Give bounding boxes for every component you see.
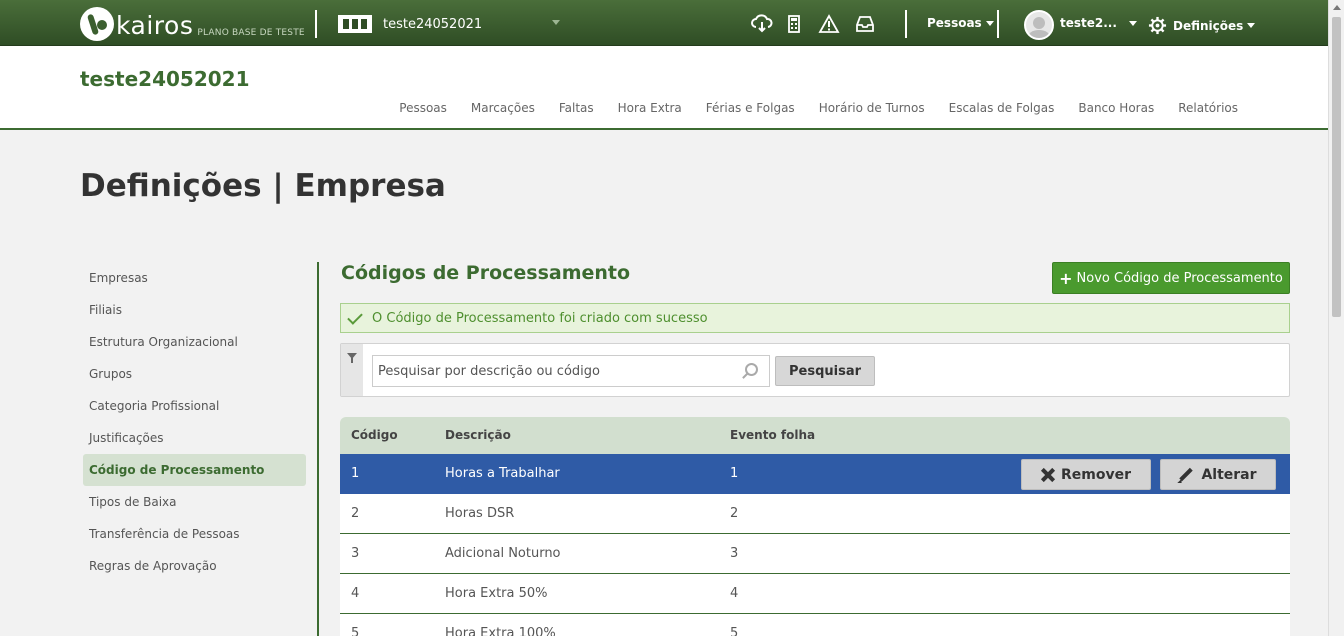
kairos-logo[interactable]: kairos PLANO BASE DE TESTE	[80, 5, 305, 41]
main-nav: Pessoas Marcações Faltas Hora Extra Féri…	[375, 101, 1238, 115]
scrollbar-thumb[interactable]	[1332, 17, 1341, 317]
table-row[interactable]: 5 Hora Extra 100% 5	[340, 614, 1290, 636]
gear-icon	[1148, 16, 1167, 35]
column-header-codigo[interactable]: Código	[351, 417, 398, 454]
cell-description: Adicional Noturno	[445, 546, 561, 561]
nav-faltas[interactable]: Faltas	[559, 101, 594, 115]
filter-icon[interactable]	[341, 344, 363, 396]
pencil-icon	[1179, 468, 1193, 482]
calculator-icon[interactable]	[783, 14, 805, 34]
column-header-descricao[interactable]: Descrição	[445, 417, 511, 454]
cell-event: 4	[730, 586, 739, 601]
chevron-down-icon	[1247, 23, 1256, 28]
sidebar-item-regras-aprovacao[interactable]: Regras de Aprovação	[83, 550, 306, 582]
sidebar-item-codigo-processamento[interactable]: Código de Processamento	[83, 454, 306, 486]
cell-description: Hora Extra 50%	[445, 586, 548, 601]
cell-event: 3	[730, 546, 739, 561]
chevron-down-icon	[985, 20, 994, 26]
sidebar-item-filiais[interactable]: Filiais	[83, 294, 306, 326]
edit-button-label: Alterar	[1201, 466, 1257, 483]
settings-sidebar: Empresas Filiais Estrutura Organizaciona…	[83, 262, 306, 582]
processing-codes-table: Código Descrição Evento folha 1 Horas a …	[340, 417, 1290, 636]
header-band: teste24052021 Pessoas Marcações Faltas H…	[0, 46, 1328, 130]
cell-description: Horas DSR	[445, 506, 515, 521]
page-scrollbar[interactable]	[1328, 0, 1344, 636]
cell-event: 1	[730, 466, 739, 481]
divider	[905, 10, 907, 38]
cell-description: Horas a Trabalhar	[445, 466, 560, 481]
nav-escalas-folgas[interactable]: Escalas de Folgas	[949, 101, 1055, 115]
cell-code: 4	[351, 586, 360, 601]
sidebar-item-categoria-profissional[interactable]: Categoria Profissional	[83, 390, 306, 422]
nav-banco-horas[interactable]: Banco Horas	[1078, 101, 1154, 115]
sidebar-item-estrutura-organizacional[interactable]: Estrutura Organizacional	[83, 326, 306, 358]
success-alert-text: O Código de Processamento foi criado com…	[372, 310, 708, 326]
top-bar: kairos PLANO BASE DE TESTE teste24052021…	[0, 0, 1328, 46]
pessoas-menu-label: Pessoas	[927, 16, 982, 30]
cloud-download-icon[interactable]	[751, 14, 773, 34]
table-row[interactable]: 4 Hora Extra 50% 4	[340, 574, 1290, 614]
scroll-up-arrow-icon[interactable]	[1333, 5, 1341, 10]
page-title: Definições | Empresa	[80, 168, 446, 204]
user-name: teste2...	[1060, 16, 1117, 30]
section-title: Códigos de Processamento	[341, 262, 631, 284]
sidebar-item-justificacoes[interactable]: Justificações	[83, 422, 306, 454]
nav-ferias-folgas[interactable]: Férias e Folgas	[706, 101, 795, 115]
column-header-evento-folha[interactable]: Evento folha	[730, 417, 815, 454]
plus-icon: +	[1059, 268, 1073, 288]
cell-code: 3	[351, 546, 360, 561]
search-icon	[745, 363, 758, 376]
cell-code: 2	[351, 506, 360, 521]
nav-pessoas[interactable]: Pessoas	[399, 101, 447, 115]
cell-description: Hora Extra 100%	[445, 626, 556, 636]
company-selector-value: teste24052021	[383, 16, 483, 32]
cell-code: 1	[351, 466, 360, 481]
close-icon	[1041, 468, 1055, 482]
settings-menu[interactable]: Definições	[1148, 16, 1256, 35]
user-menu[interactable]: teste2...	[1060, 16, 1137, 30]
check-icon	[347, 308, 363, 325]
warning-icon[interactable]	[818, 14, 840, 34]
user-avatar[interactable]	[1024, 10, 1054, 40]
divider	[997, 10, 999, 38]
cell-event: 2	[730, 506, 739, 521]
content-divider	[317, 262, 319, 636]
remove-button[interactable]: Remover	[1021, 459, 1151, 490]
chevron-down-icon	[1128, 20, 1137, 26]
search-input[interactable]	[372, 355, 770, 387]
chevron-down-icon	[552, 20, 560, 25]
company-title: teste24052021	[80, 67, 250, 91]
sidebar-item-grupos[interactable]: Grupos	[83, 358, 306, 390]
sidebar-item-tipos-baixa[interactable]: Tipos de Baixa	[83, 486, 306, 518]
nav-horario-turnos[interactable]: Horário de Turnos	[819, 101, 925, 115]
logo-tagline: PLANO BASE DE TESTE	[197, 28, 305, 38]
nav-marcacoes[interactable]: Marcações	[471, 101, 535, 115]
company-selector[interactable]: teste24052021	[338, 12, 566, 36]
sidebar-item-transferencia-pessoas[interactable]: Transferência de Pessoas	[83, 518, 306, 550]
nav-relatorios[interactable]: Relatórios	[1178, 101, 1238, 115]
settings-menu-label: Definições	[1173, 18, 1244, 33]
kairos-logo-mark	[80, 7, 114, 41]
new-processing-code-label: Novo Código de Processamento	[1076, 270, 1283, 286]
inbox-icon[interactable]	[854, 14, 876, 34]
edit-button[interactable]: Alterar	[1160, 459, 1276, 490]
sidebar-item-empresas[interactable]: Empresas	[83, 262, 306, 294]
remove-button-label: Remover	[1060, 466, 1131, 483]
table-header: Código Descrição Evento folha	[340, 417, 1290, 454]
success-alert: O Código de Processamento foi criado com…	[340, 303, 1290, 333]
new-processing-code-button[interactable]: + Novo Código de Processamento	[1052, 262, 1290, 294]
table-row[interactable]: 3 Adicional Noturno 3	[340, 534, 1290, 574]
nav-hora-extra[interactable]: Hora Extra	[618, 101, 682, 115]
pessoas-menu[interactable]: Pessoas	[927, 16, 994, 30]
table-row[interactable]: 1 Horas a Trabalhar 1 Remover Alterar	[340, 454, 1290, 494]
cell-event: 5	[730, 626, 739, 636]
table-row[interactable]: 2 Horas DSR 2	[340, 494, 1290, 534]
building-icon	[338, 15, 372, 33]
divider	[315, 10, 317, 38]
logo-text: kairos	[116, 11, 194, 40]
search-panel: Pesquisar	[340, 343, 1290, 397]
cell-code: 5	[351, 626, 360, 636]
search-button[interactable]: Pesquisar	[775, 356, 875, 386]
